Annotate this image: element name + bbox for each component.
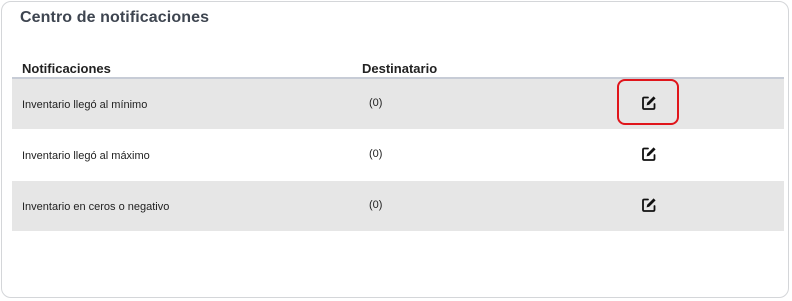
recipient-count: (0) [369, 148, 383, 160]
table-row: Inventario llegó al máximo (0) [12, 130, 784, 181]
edit-button[interactable] [640, 94, 658, 112]
recipient-count: (0) [369, 199, 383, 211]
column-header-recipient: Destinatario [362, 61, 438, 76]
notifications-panel: Centro de notificaciones Notificaciones … [1, 1, 789, 298]
notification-name: Inventario en ceros o negativo [22, 201, 170, 213]
panel-title: Centro de notificaciones [20, 9, 210, 26]
table-row: Inventario en ceros o negativo (0) [12, 181, 784, 232]
notification-name: Inventario llegó al mínimo [22, 99, 148, 111]
edit-icon [642, 198, 656, 212]
recipient-count: (0) [369, 97, 383, 109]
table-header: Notificaciones Destinatario [12, 59, 784, 79]
edit-icon [642, 147, 656, 161]
column-header-notifications: Notificaciones [22, 61, 111, 76]
edit-icon [642, 96, 656, 110]
edit-button[interactable] [640, 145, 658, 163]
notifications-table: Notificaciones Destinatario Inventario l… [12, 59, 784, 232]
notification-name: Inventario llegó al máximo [22, 150, 150, 162]
table-row: Inventario llegó al mínimo (0) [12, 79, 784, 130]
edit-button[interactable] [640, 196, 658, 214]
